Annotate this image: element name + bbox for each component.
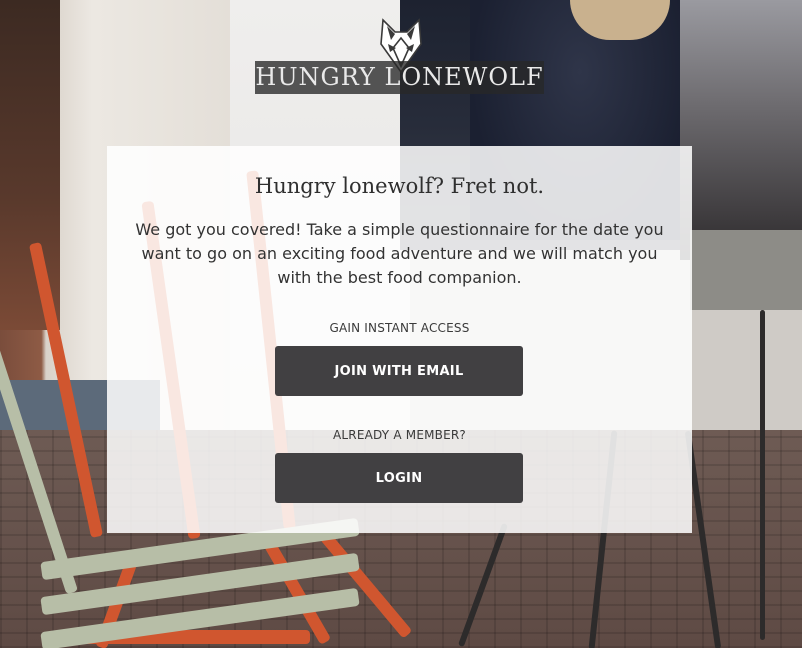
signup-label: GAIN INSTANT ACCESS (329, 321, 470, 335)
member-label: ALREADY A MEMBER? (333, 428, 466, 442)
background-table (690, 230, 802, 310)
card-headline: Hungry lonewolf? Fret not. (254, 174, 545, 198)
table-leg (760, 310, 765, 640)
brand-wordmark: HUNGRY LONEWOLF (255, 61, 544, 94)
welcome-card: Hungry lonewolf? Fret not. We got you co… (107, 146, 692, 533)
join-with-email-button[interactable]: JOIN WITH EMAIL (275, 346, 523, 396)
card-description: We got you covered! Take a simple questi… (135, 220, 664, 287)
login-button[interactable]: LOGIN (275, 453, 523, 503)
landing-page: HUNGRY LONEWOLF Hungry lonewolf? Fret no… (0, 0, 802, 648)
